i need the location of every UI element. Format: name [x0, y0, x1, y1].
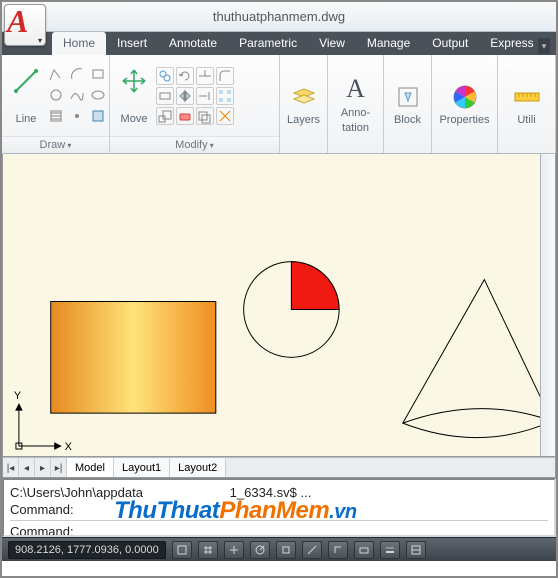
scale-button[interactable] — [156, 107, 174, 125]
status-lwt-button[interactable] — [380, 541, 400, 559]
properties-button[interactable]: Properties — [435, 81, 493, 128]
status-ortho-button[interactable] — [224, 541, 244, 559]
cmd-history-suffix: 1_6334.sv$ ... — [230, 485, 312, 500]
status-grid-button[interactable] — [198, 541, 218, 559]
status-ducs-button[interactable] — [328, 541, 348, 559]
move-icon — [120, 67, 148, 95]
spline-button[interactable] — [69, 87, 87, 105]
block-button[interactable]: Block — [390, 81, 426, 128]
tab-insert[interactable]: Insert — [106, 32, 158, 55]
layers-button[interactable]: Layers — [283, 81, 324, 128]
app-menu-button[interactable]: A — [4, 4, 46, 46]
quick-access-dropdown-icon[interactable]: ▾ — [538, 38, 550, 54]
mirror-button[interactable] — [176, 87, 194, 105]
shape-cone-ellipse — [403, 409, 540, 423]
ribbon: Line Draw Move — [2, 55, 556, 154]
panel-modify-title[interactable]: Modify — [110, 136, 279, 153]
arc-button[interactable] — [69, 66, 87, 84]
move-label: Move — [121, 113, 148, 125]
canvas-svg: X Y — [3, 154, 540, 456]
tab-annotate[interactable]: Annotate — [158, 32, 228, 55]
axis-x-label: X — [65, 441, 73, 453]
shape-cone — [403, 280, 540, 438]
status-snap-button[interactable] — [172, 541, 192, 559]
layers-icon — [290, 83, 318, 111]
ellipse-button[interactable] — [90, 87, 108, 105]
cmd-prompt-1: Command: — [10, 501, 548, 518]
status-qp-button[interactable] — [406, 541, 426, 559]
shape-pie-slice — [291, 262, 339, 310]
cmd-prompt-2[interactable]: Command: — [10, 520, 548, 537]
extend-button[interactable] — [196, 87, 214, 105]
color-wheel-icon — [451, 83, 479, 111]
status-otrack-button[interactable] — [302, 541, 322, 559]
line-icon — [12, 67, 40, 95]
utilities-label: Utili — [517, 114, 535, 126]
point-button[interactable] — [69, 108, 87, 126]
tab-view[interactable]: View — [308, 32, 356, 55]
tab-output[interactable]: Output — [421, 32, 479, 55]
vertical-scrollbar[interactable] — [540, 154, 555, 456]
status-coordinates[interactable]: 908.2126, 1777.0936, 0.0000 — [8, 541, 166, 559]
explode-button[interactable] — [216, 107, 234, 125]
layout-tab-model[interactable]: Model — [67, 458, 114, 477]
ribbon-tab-strip: Home Insert Annotate Parametric View Man… — [2, 32, 556, 55]
rotate-button[interactable] — [176, 67, 194, 85]
layout-nav-last[interactable]: ▸| — [51, 458, 67, 477]
offset-button[interactable] — [196, 107, 214, 125]
status-bar: 908.2126, 1777.0936, 0.0000 — [2, 537, 556, 561]
layout-tab-1[interactable]: Layout1 — [114, 458, 170, 477]
status-osnap-button[interactable] — [276, 541, 296, 559]
copy-button[interactable] — [156, 67, 174, 85]
autocad-logo-icon: A — [7, 3, 28, 40]
rectangle-button[interactable] — [90, 66, 108, 84]
line-label: Line — [16, 113, 37, 125]
stretch-button[interactable] — [156, 87, 174, 105]
properties-label: Properties — [439, 114, 489, 126]
panel-draw-title[interactable]: Draw — [2, 136, 109, 153]
annotation-label-2: tation — [342, 122, 369, 134]
layout-nav-prev[interactable]: ◂ — [19, 458, 35, 477]
fillet-button[interactable] — [216, 67, 234, 85]
status-polar-button[interactable] — [250, 541, 270, 559]
region-button[interactable] — [90, 108, 108, 126]
shape-rectangle — [51, 302, 216, 414]
measure-icon — [513, 83, 541, 111]
command-window[interactable]: C:\Users\John\appdata 1_6334.sv$ ... Com… — [2, 478, 556, 537]
layout-nav-first[interactable]: |◂ — [3, 458, 19, 477]
polyline-button[interactable] — [48, 66, 66, 84]
line-button[interactable]: Line — [8, 65, 44, 127]
hatch-button[interactable] — [48, 108, 66, 126]
tab-parametric[interactable]: Parametric — [228, 32, 308, 55]
erase-button[interactable] — [176, 107, 194, 125]
layout-nav-next[interactable]: ▸ — [35, 458, 51, 477]
window-title: thuthuatphanmem.dwg — [2, 2, 556, 32]
cmd-history-path: C:\Users\John\appdata — [10, 485, 143, 500]
annotation-button[interactable]: A Anno- tation — [337, 72, 374, 136]
block-icon — [394, 83, 422, 111]
move-button[interactable]: Move — [116, 65, 152, 127]
annotation-label-1: Anno- — [341, 107, 370, 119]
drawing-canvas[interactable]: X Y — [3, 154, 540, 456]
utilities-button[interactable]: Utili — [509, 81, 545, 128]
block-label: Block — [394, 114, 421, 126]
trim-button[interactable] — [196, 67, 214, 85]
layout-tab-2[interactable]: Layout2 — [170, 458, 226, 477]
tab-home[interactable]: Home — [52, 32, 106, 55]
circle-button[interactable] — [48, 87, 66, 105]
text-icon: A — [346, 74, 365, 104]
axis-y-label: Y — [14, 390, 22, 402]
layers-label: Layers — [287, 114, 320, 126]
array-button[interactable] — [216, 87, 234, 105]
tab-manage[interactable]: Manage — [356, 32, 421, 55]
status-dyn-button[interactable] — [354, 541, 374, 559]
